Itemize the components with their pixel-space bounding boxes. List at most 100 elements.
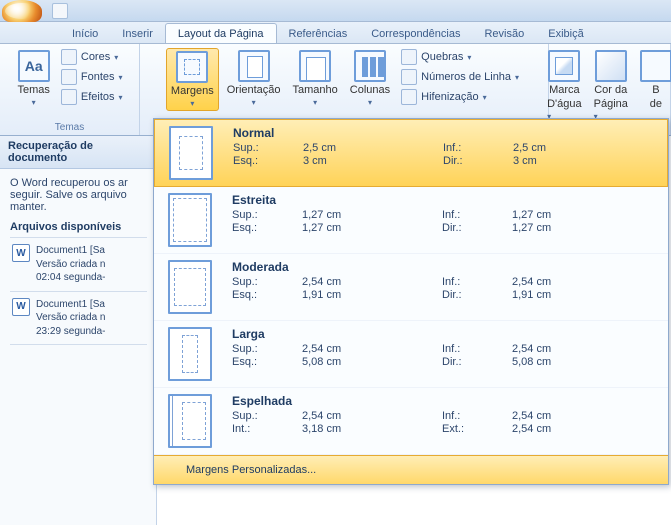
margin-option-moderada[interactable]: ModeradaSup.:2,54 cmInf.:2,54 cmEsq.:1,9… xyxy=(154,254,668,321)
colors-icon xyxy=(61,49,77,65)
quebras-button[interactable]: Quebras▾ xyxy=(398,48,474,66)
margin-label: Esq.: xyxy=(232,356,302,368)
recovery-file-item[interactable]: Document1 [Sa Versão criada n 02:04 segu… xyxy=(10,237,147,291)
colunas-label: Colunas xyxy=(350,84,390,96)
margin-preview-icon xyxy=(168,260,212,314)
hifen-label: Hifenização xyxy=(421,91,478,103)
margin-label: Sup.: xyxy=(233,142,303,154)
margin-label: Esq.: xyxy=(233,155,303,167)
file-version: Versão criada n xyxy=(36,258,106,272)
chevron-down-icon: ▾ xyxy=(483,93,487,102)
tab-correspondencias[interactable]: Correspondências xyxy=(359,24,472,43)
margins-icon xyxy=(176,51,208,83)
margin-value: 1,27 cm xyxy=(512,209,602,221)
margin-value: 3 cm xyxy=(303,155,443,167)
marca-label-1: Marca xyxy=(549,84,580,96)
bordas-label-2: de xyxy=(650,98,662,110)
marca-dagua-button[interactable]: Marca D'água ▾ xyxy=(543,48,586,124)
quick-access-toolbar xyxy=(52,3,68,19)
margin-label: Inf.: xyxy=(442,410,512,422)
margin-label: Ext.: xyxy=(442,423,512,435)
file-name: Document1 [Sa xyxy=(36,298,106,312)
document-icon xyxy=(12,244,30,262)
margin-option-title: Moderada xyxy=(232,260,654,274)
cor-label-2: Página xyxy=(594,98,628,110)
margin-label: Sup.: xyxy=(232,209,302,221)
margin-value: 2,54 cm xyxy=(512,276,602,288)
margin-value: 3,18 cm xyxy=(302,423,442,435)
margin-label: Esq.: xyxy=(232,222,302,234)
temas-label: Temas xyxy=(17,84,49,96)
file-time: 23:29 segunda- xyxy=(36,325,106,339)
margin-label: Sup.: xyxy=(232,276,302,288)
file-time: 02:04 segunda- xyxy=(36,271,106,285)
margin-option-larga[interactable]: LargaSup.:2,54 cmInf.:2,54 cmEsq.:5,08 c… xyxy=(154,321,668,388)
margin-option-normal[interactable]: NormalSup.:2,5 cmInf.:2,5 cmEsq.:3 cmDir… xyxy=(154,119,668,187)
bordas-label-1: B xyxy=(652,84,659,96)
margin-value: 2,54 cm xyxy=(302,343,442,355)
recovery-msg-2: seguir. Salve os arquivo xyxy=(10,189,147,201)
margens-button[interactable]: Margens ▾ xyxy=(166,48,219,111)
cor-pagina-button[interactable]: Cor da Página ▾ xyxy=(590,48,632,124)
tamanho-button[interactable]: Tamanho ▾ xyxy=(289,48,342,109)
margin-option-estreita[interactable]: EstreitaSup.:1,27 cmInf.:1,27 cmEsq.:1,2… xyxy=(154,187,668,254)
chevron-down-icon: ▾ xyxy=(515,73,519,82)
bordas-pagina-button[interactable]: B de xyxy=(636,48,671,112)
numeros-linha-button[interactable]: Números de Linha▾ xyxy=(398,68,522,86)
margin-value: 1,27 cm xyxy=(512,222,602,234)
columns-icon xyxy=(354,50,386,82)
margin-label: Esq.: xyxy=(232,289,302,301)
chevron-down-icon: ▾ xyxy=(119,73,123,82)
margens-label: Margens xyxy=(171,85,214,97)
margin-value: 2,54 cm xyxy=(512,343,602,355)
fontes-label: Fontes xyxy=(81,71,115,83)
tab-exibicao[interactable]: Exibiçã xyxy=(536,24,595,43)
margin-preview-icon xyxy=(168,327,212,381)
orientacao-label: Orientação xyxy=(227,84,281,96)
chevron-down-icon: ▾ xyxy=(119,93,123,102)
efeitos-button[interactable]: Efeitos ▾ xyxy=(58,88,126,106)
page-color-icon xyxy=(595,50,627,82)
recovery-file-item[interactable]: Document1 [Sa Versão criada n 23:29 segu… xyxy=(10,291,147,346)
margin-preview-icon xyxy=(168,394,212,448)
recovery-header: Recuperação de documento xyxy=(0,136,156,169)
recovery-msg-3: manter. xyxy=(10,201,147,213)
margin-value: 2,54 cm xyxy=(302,410,442,422)
margin-option-title: Espelhada xyxy=(232,394,654,408)
orientacao-button[interactable]: Orientação ▾ xyxy=(223,48,285,109)
margens-personalizadas-item[interactable]: Margens Personalizadas... xyxy=(154,455,668,484)
recovery-msg-1: O Word recuperou os ar xyxy=(10,177,147,189)
cores-label: Cores xyxy=(81,51,110,63)
margin-value: 5,08 cm xyxy=(302,356,442,368)
chevron-down-icon: ▾ xyxy=(368,98,372,107)
tab-referencias[interactable]: Referências xyxy=(277,24,360,43)
margin-label: Dir.: xyxy=(443,155,513,167)
margin-value: 3 cm xyxy=(513,155,603,167)
margin-option-espelhada[interactable]: EspelhadaSup.:2,54 cmInf.:2,54 cmInt.:3,… xyxy=(154,388,668,455)
margin-value: 2,54 cm xyxy=(302,276,442,288)
cores-button[interactable]: Cores▾ xyxy=(58,48,121,66)
tab-revisao[interactable]: Revisão xyxy=(472,24,536,43)
chevron-down-icon: ▾ xyxy=(313,98,317,107)
margin-label: Inf.: xyxy=(442,276,512,288)
ribbon-tabs: Início Inserir Layout da Página Referênc… xyxy=(0,22,671,44)
margin-value: 2,5 cm xyxy=(513,142,603,154)
themes-icon xyxy=(18,50,50,82)
margin-label: Inf.: xyxy=(442,209,512,221)
margin-value: 1,27 cm xyxy=(302,222,442,234)
group-label-temas: Temas xyxy=(55,120,84,133)
efeitos-label: Efeitos xyxy=(81,91,115,103)
tab-inserir[interactable]: Inserir xyxy=(110,24,165,43)
margin-option-title: Larga xyxy=(232,327,654,341)
office-button[interactable] xyxy=(2,0,42,22)
chevron-down-icon: ▾ xyxy=(467,53,471,62)
temas-button[interactable]: Temas ▾ xyxy=(13,48,53,109)
margin-label: Sup.: xyxy=(232,343,302,355)
tab-inicio[interactable]: Início xyxy=(60,24,110,43)
hifenizacao-button[interactable]: Hifenização ▾ xyxy=(398,88,490,106)
fontes-button[interactable]: Fontes ▾ xyxy=(58,68,126,86)
tab-layout-pagina[interactable]: Layout da Página xyxy=(165,23,277,43)
colunas-button[interactable]: Colunas ▾ xyxy=(346,48,394,109)
margin-value: 1,27 cm xyxy=(302,209,442,221)
save-icon[interactable] xyxy=(52,3,68,19)
